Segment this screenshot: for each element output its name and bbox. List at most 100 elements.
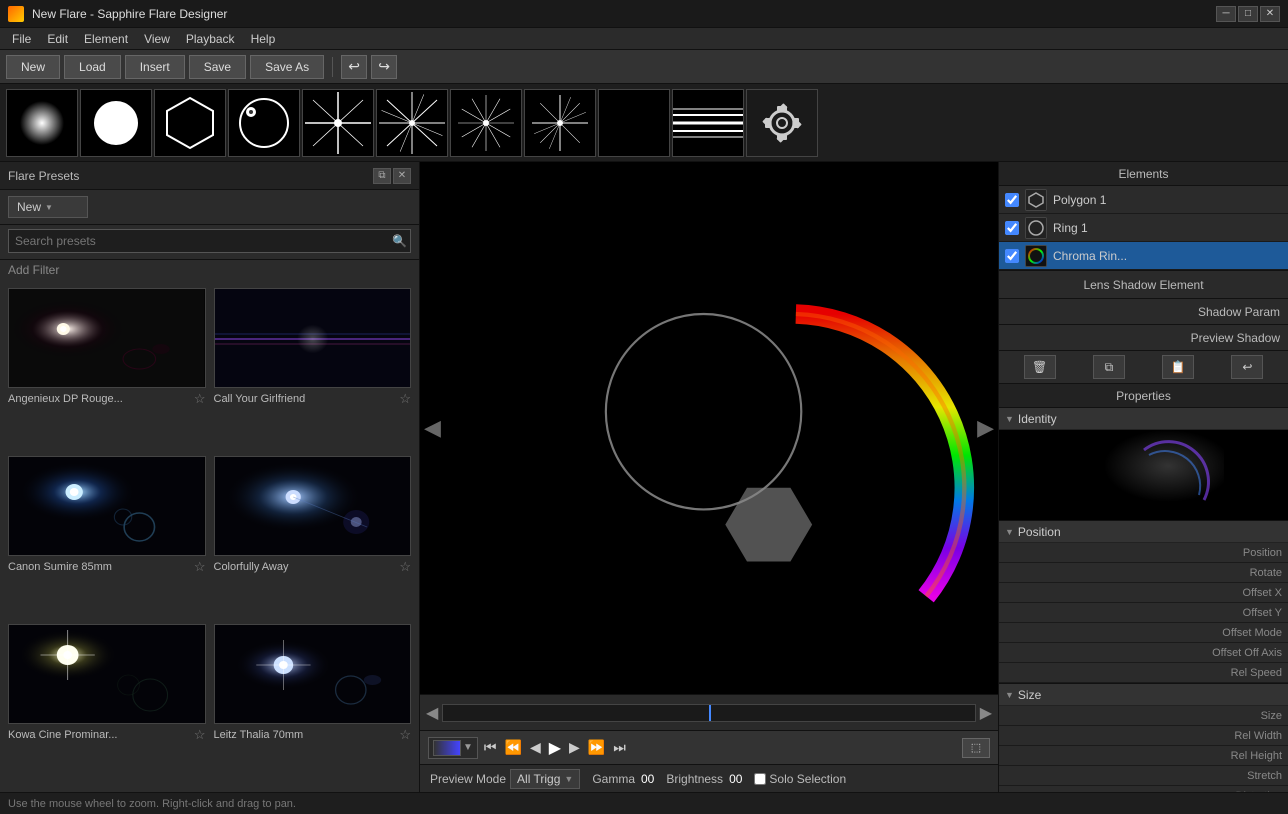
element-name-2: Chroma Rin...: [1053, 249, 1282, 263]
search-input[interactable]: [8, 229, 411, 253]
preset-thumb-4[interactable]: [8, 624, 206, 724]
play-button[interactable]: ▶: [547, 738, 563, 758]
prop-section-identity-header[interactable]: ▼ Identity: [999, 408, 1288, 430]
preset-star-5[interactable]: ☆: [399, 727, 411, 743]
prop-relspeed-label: Rel Speed: [1231, 667, 1282, 679]
fast-forward-button[interactable]: ⏩: [586, 739, 607, 756]
solo-selection-checkbox[interactable]: [754, 773, 766, 785]
prop-offsetoffaxis-label: Offset Off Axis: [1212, 647, 1282, 659]
redo-button[interactable]: ↪: [371, 55, 397, 79]
panel-close-button[interactable]: ✕: [393, 168, 411, 184]
preview-right-arrow[interactable]: ▶: [977, 415, 994, 441]
brightness-label: Brightness: [666, 772, 723, 786]
prev-frame-button[interactable]: ◀: [528, 739, 543, 756]
gamma-group: Gamma 00: [592, 772, 654, 786]
menu-edit[interactable]: Edit: [39, 30, 76, 48]
preview-shadow-row[interactable]: Preview Shadow: [999, 324, 1288, 350]
preview-canvas[interactable]: ◀ ▶: [420, 162, 998, 694]
delete-element-button[interactable]: 🗑: [1024, 355, 1056, 379]
undo-element-button[interactable]: ↩: [1231, 355, 1263, 379]
preset-name-3: Colorfully Away: [214, 561, 289, 573]
prop-section-position-header[interactable]: ▼ Position: [999, 521, 1288, 543]
undo-button[interactable]: ↩: [341, 55, 367, 79]
aspect-button[interactable]: ⬚: [962, 738, 990, 758]
preset-thumb-3[interactable]: [214, 456, 412, 556]
preset-strip-starburst8[interactable]: [376, 89, 448, 157]
preset-thumb-5[interactable]: [214, 624, 412, 724]
timeline-bar[interactable]: [442, 704, 975, 722]
rewind-button[interactable]: ⏪: [503, 739, 524, 756]
preview-mode-value: All Trigg: [517, 772, 560, 786]
new-dropdown[interactable]: New ▼: [8, 196, 88, 218]
element-name-1: Ring 1: [1053, 221, 1282, 235]
preset-strip-glow-hard[interactable]: [80, 89, 152, 157]
prop-position-row: Position: [999, 543, 1288, 563]
identity-collapse-icon: ▼: [1005, 414, 1014, 424]
paste-element-button[interactable]: 📋: [1162, 355, 1194, 379]
preset-thumb-2[interactable]: [8, 456, 206, 556]
next-frame-button[interactable]: ▶: [567, 739, 582, 756]
preset-star-0[interactable]: ☆: [194, 391, 206, 407]
preset-footer-0: Angenieux DP Rouge... ☆: [8, 391, 206, 407]
element-check-1[interactable]: [1005, 221, 1019, 235]
preset-strip-starburst4[interactable]: [302, 89, 374, 157]
menu-playback[interactable]: Playback: [178, 30, 243, 48]
prop-size-row: Size: [999, 706, 1288, 726]
preset-star-1[interactable]: ☆: [399, 391, 411, 407]
panel-copy-button[interactable]: ⧉: [373, 168, 391, 184]
preset-strip-hexagon[interactable]: [154, 89, 226, 157]
menu-view[interactable]: View: [136, 30, 178, 48]
element-row-0[interactable]: Polygon 1: [999, 186, 1288, 214]
timeline-left-arrow[interactable]: ◀: [424, 703, 440, 723]
copy-element-button[interactable]: ⧉: [1093, 355, 1125, 379]
prop-section-size-header[interactable]: ▼ Size: [999, 684, 1288, 706]
load-button[interactable]: Load: [64, 55, 121, 79]
preset-star-4[interactable]: ☆: [194, 727, 206, 743]
save-button[interactable]: Save: [189, 55, 246, 79]
menu-bar: File Edit Element View Playback Help: [0, 28, 1288, 50]
color-bar-dropdown[interactable]: ▼: [463, 742, 473, 753]
preview-left-arrow[interactable]: ◀: [424, 415, 441, 441]
skip-to-start-button[interactable]: ⏮: [482, 739, 499, 756]
preset-star-2[interactable]: ☆: [194, 559, 206, 575]
color-bar-group: ▼: [428, 737, 478, 759]
search-icon-button[interactable]: 🔍: [392, 234, 407, 248]
timeline-right-arrow[interactable]: ▶: [978, 703, 994, 723]
elements-title: Elements: [1118, 167, 1168, 181]
preset-strip-streaks[interactable]: [672, 89, 744, 157]
preset-strip-starburst-spoke[interactable]: [450, 89, 522, 157]
menu-file[interactable]: File: [4, 30, 39, 48]
preset-strip-glow-soft[interactable]: [6, 89, 78, 157]
preset-thumb-0[interactable]: [8, 288, 206, 388]
preset-strip-starburst-cross[interactable]: [524, 89, 596, 157]
properties-content: ▼ Identity: [999, 408, 1288, 792]
element-check-0[interactable]: [1005, 193, 1019, 207]
add-filter-row: Add Filter: [0, 260, 419, 280]
toolbar: New Load Insert Save Save As ↩ ↪: [0, 50, 1288, 84]
menu-help[interactable]: Help: [243, 30, 284, 48]
preset-strip-gear[interactable]: [746, 89, 818, 157]
new-button[interactable]: New: [6, 55, 60, 79]
preset-thumb-1[interactable]: [214, 288, 412, 388]
shadow-param-row[interactable]: Shadow Param: [999, 298, 1288, 324]
preview-mode-dropdown[interactable]: All Trigg ▼: [510, 769, 580, 789]
save-as-button[interactable]: Save As: [250, 55, 324, 79]
preset-strip-crescent[interactable]: [598, 89, 670, 157]
element-row-1[interactable]: Ring 1: [999, 214, 1288, 242]
minimize-button[interactable]: ─: [1216, 6, 1236, 22]
insert-button[interactable]: Insert: [125, 55, 185, 79]
preview-shadow-label: Preview Shadow: [1191, 331, 1280, 345]
close-button[interactable]: ✕: [1260, 6, 1280, 22]
color-bar[interactable]: [433, 740, 461, 756]
maximize-button[interactable]: □: [1238, 6, 1258, 22]
menu-element[interactable]: Element: [76, 30, 136, 48]
prop-offsety-row: Offset Y: [999, 603, 1288, 623]
skip-to-end-button[interactable]: ⏭: [611, 739, 628, 756]
shadow-element-row[interactable]: Lens Shadow Element: [999, 270, 1288, 298]
preset-strip-circle-ring[interactable]: [228, 89, 300, 157]
app-icon: [8, 6, 24, 22]
element-row-2[interactable]: Chroma Rin...: [999, 242, 1288, 270]
search-bar: 🔍: [0, 225, 419, 260]
element-check-2[interactable]: [1005, 249, 1019, 263]
preset-star-3[interactable]: ☆: [399, 559, 411, 575]
